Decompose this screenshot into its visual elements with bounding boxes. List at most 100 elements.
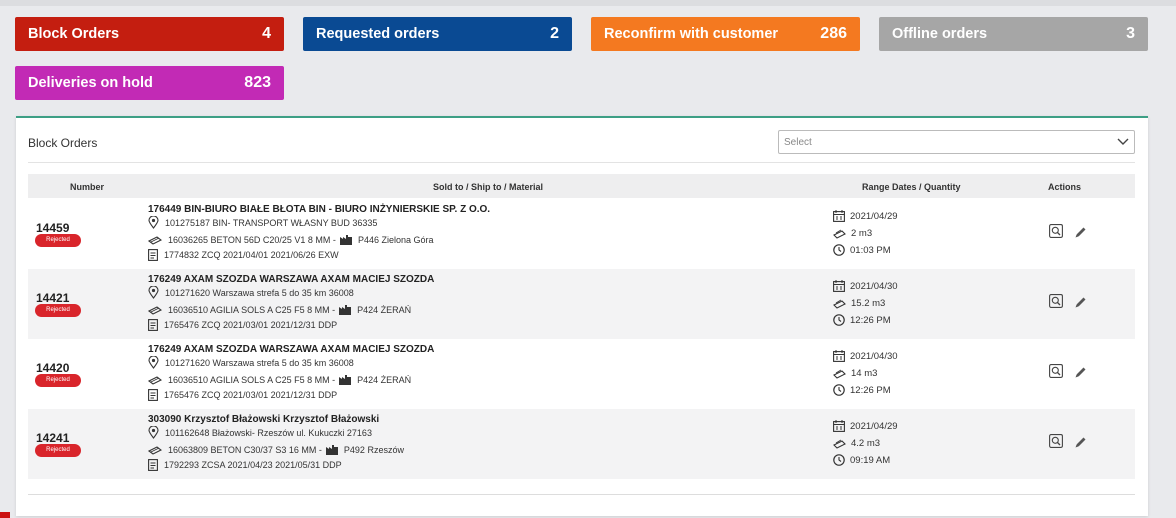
mixer-icon xyxy=(833,439,846,449)
document-icon xyxy=(148,459,158,471)
edit-order-button[interactable] xyxy=(1072,224,1088,240)
document-icon xyxy=(148,319,158,331)
time-line: 12:26 PM xyxy=(833,384,891,396)
view-order-button[interactable] xyxy=(1048,433,1064,449)
material-line: 16036265 BETON 56D C20/25 V1 8 MM - P446… xyxy=(148,234,433,245)
date: 2021/04/30 xyxy=(850,280,898,292)
clock-icon xyxy=(833,384,845,396)
top-strip xyxy=(0,0,1176,6)
tile-label: Reconfirm with customer xyxy=(604,26,779,42)
filter-select[interactable]: Select xyxy=(778,130,1135,154)
tile-deliveries-on-hold[interactable]: Deliveries on hold 823 xyxy=(15,66,284,100)
ship-to: 101275187 BIN- TRANSPORT WŁASNY BUD 3633… xyxy=(165,217,378,228)
tile-count: 3 xyxy=(1126,25,1135,42)
chevron-down-icon xyxy=(1117,138,1129,145)
contract: 1774832 ZCQ 2021/04/01 2021/06/26 EXW xyxy=(164,250,339,260)
sold-to: 303090 Krzysztof Błażowski Krzysztof Bła… xyxy=(148,414,380,425)
material: 16036510 AGILIA SOLS A C25 F5 8 MM - xyxy=(168,374,336,385)
material: 16036265 BETON 56D C20/25 V1 8 MM - xyxy=(168,234,336,245)
time: 12:26 PM xyxy=(850,384,891,396)
view-order-button[interactable] xyxy=(1048,363,1064,379)
time-line: 12:26 PM xyxy=(833,314,891,326)
truck-icon xyxy=(148,376,162,385)
tile-count: 286 xyxy=(820,25,847,42)
truck-icon xyxy=(148,446,162,455)
location-pin-icon xyxy=(148,286,159,299)
material-line: 16036510 AGILIA SOLS A C25 F5 8 MM - P42… xyxy=(148,304,411,315)
plant: P446 Zielona Góra xyxy=(357,234,434,245)
sold-to: 176449 BIN-BIURO BIAŁE BŁOTA BIN - BIURO… xyxy=(148,204,491,215)
material: 16036510 AGILIA SOLS A C25 F5 8 MM - xyxy=(168,304,336,315)
tile-block-orders[interactable]: Block Orders 4 xyxy=(15,17,284,51)
contract-line: 1774832 ZCQ 2021/04/01 2021/06/26 EXW xyxy=(148,249,339,261)
truck-icon xyxy=(148,306,162,315)
clock-icon xyxy=(833,314,845,326)
date-line: 2021/04/29 xyxy=(833,420,898,432)
plant: P492 Rzeszów xyxy=(343,444,404,455)
date: 2021/04/29 xyxy=(850,210,898,222)
sold-to: 176249 AXAM SZOZDA WARSZAWA AXAM MACIEJ … xyxy=(148,344,435,355)
tile-count: 823 xyxy=(244,74,271,91)
quantity-line: 4.2 m3 xyxy=(833,438,880,449)
divider xyxy=(28,162,1135,163)
edit-order-button[interactable] xyxy=(1072,434,1088,450)
table-row: 14420 Rejected 176249 AXAM SZOZDA WARSZA… xyxy=(28,339,1135,409)
contract: 1765476 ZCQ 2021/03/01 2021/12/31 DDP xyxy=(164,320,338,330)
quantity: 2 m3 xyxy=(851,228,873,239)
tile-count: 4 xyxy=(262,25,271,42)
date: 2021/04/29 xyxy=(850,420,898,432)
calendar-icon xyxy=(833,210,845,222)
location-pin-icon xyxy=(148,356,159,369)
factory-icon xyxy=(325,444,338,455)
column-header-number: Number xyxy=(70,182,105,192)
tile-label: Offline orders xyxy=(892,26,988,42)
ship-to: 101162648 Błażowski- Rzeszów ul. Kukuczk… xyxy=(165,427,372,438)
tile-count: 2 xyxy=(550,25,559,42)
status-badge: Rejected xyxy=(35,234,81,247)
calendar-icon xyxy=(833,350,845,362)
tile-requested-orders[interactable]: Requested orders 2 xyxy=(303,17,572,51)
contract-line: 1765476 ZCQ 2021/03/01 2021/12/31 DDP xyxy=(148,389,337,401)
table-row: 14241 Rejected 303090 Krzysztof Błażowsk… xyxy=(28,409,1135,479)
ship-to-line: 101162648 Błażowski- Rzeszów ul. Kukuczk… xyxy=(148,426,372,439)
factory-icon xyxy=(339,234,352,245)
plant: P424 ŻERAŃ xyxy=(357,374,412,385)
quantity: 15.2 m3 xyxy=(851,298,886,309)
view-order-button[interactable] xyxy=(1048,223,1064,239)
status-badge: Rejected xyxy=(35,374,81,387)
tile-reconfirm-with-customer[interactable]: Reconfirm with customer 286 xyxy=(591,17,860,51)
edit-order-button[interactable] xyxy=(1072,364,1088,380)
truck-icon xyxy=(148,236,162,245)
view-order-button[interactable] xyxy=(1048,293,1064,309)
table-bottom-divider xyxy=(28,494,1135,495)
footer-logo xyxy=(0,512,10,518)
calendar-icon xyxy=(833,420,845,432)
contract: 1765476 ZCQ 2021/03/01 2021/12/31 DDP xyxy=(164,390,338,400)
document-icon xyxy=(148,389,158,401)
time-line: 01:03 PM xyxy=(833,244,891,256)
tile-offline-orders[interactable]: Offline orders 3 xyxy=(879,17,1148,51)
quantity: 14 m3 xyxy=(851,368,878,379)
table-row: 14459 Rejected 176449 BIN-BIURO BIAŁE BŁ… xyxy=(28,199,1135,269)
contract-line: 1792293 ZCSA 2021/04/23 2021/05/31 DDP xyxy=(148,459,342,471)
tile-label: Requested orders xyxy=(316,26,440,42)
time: 01:03 PM xyxy=(850,244,891,256)
mixer-icon xyxy=(833,369,846,379)
ship-to-line: 101271620 Warszawa strefa 5 do 35 km 360… xyxy=(148,286,354,299)
search-icon xyxy=(1049,434,1063,448)
search-icon xyxy=(1049,364,1063,378)
order-number: 14420 xyxy=(36,361,70,375)
document-icon xyxy=(148,249,158,261)
pencil-icon xyxy=(1075,367,1085,377)
date-line: 2021/04/30 xyxy=(833,350,898,362)
factory-icon xyxy=(339,374,352,385)
calendar-icon xyxy=(833,280,845,292)
contract: 1792293 ZCSA 2021/04/23 2021/05/31 DDP xyxy=(164,460,342,470)
panel-title: Block Orders xyxy=(28,136,98,150)
edit-order-button[interactable] xyxy=(1072,294,1088,310)
pencil-icon xyxy=(1075,437,1085,447)
ship-to-line: 101271620 Warszawa strefa 5 do 35 km 360… xyxy=(148,356,354,369)
sold-to: 176249 AXAM SZOZDA WARSZAWA AXAM MACIEJ … xyxy=(148,274,435,285)
search-icon xyxy=(1049,224,1063,238)
factory-icon xyxy=(339,304,352,315)
